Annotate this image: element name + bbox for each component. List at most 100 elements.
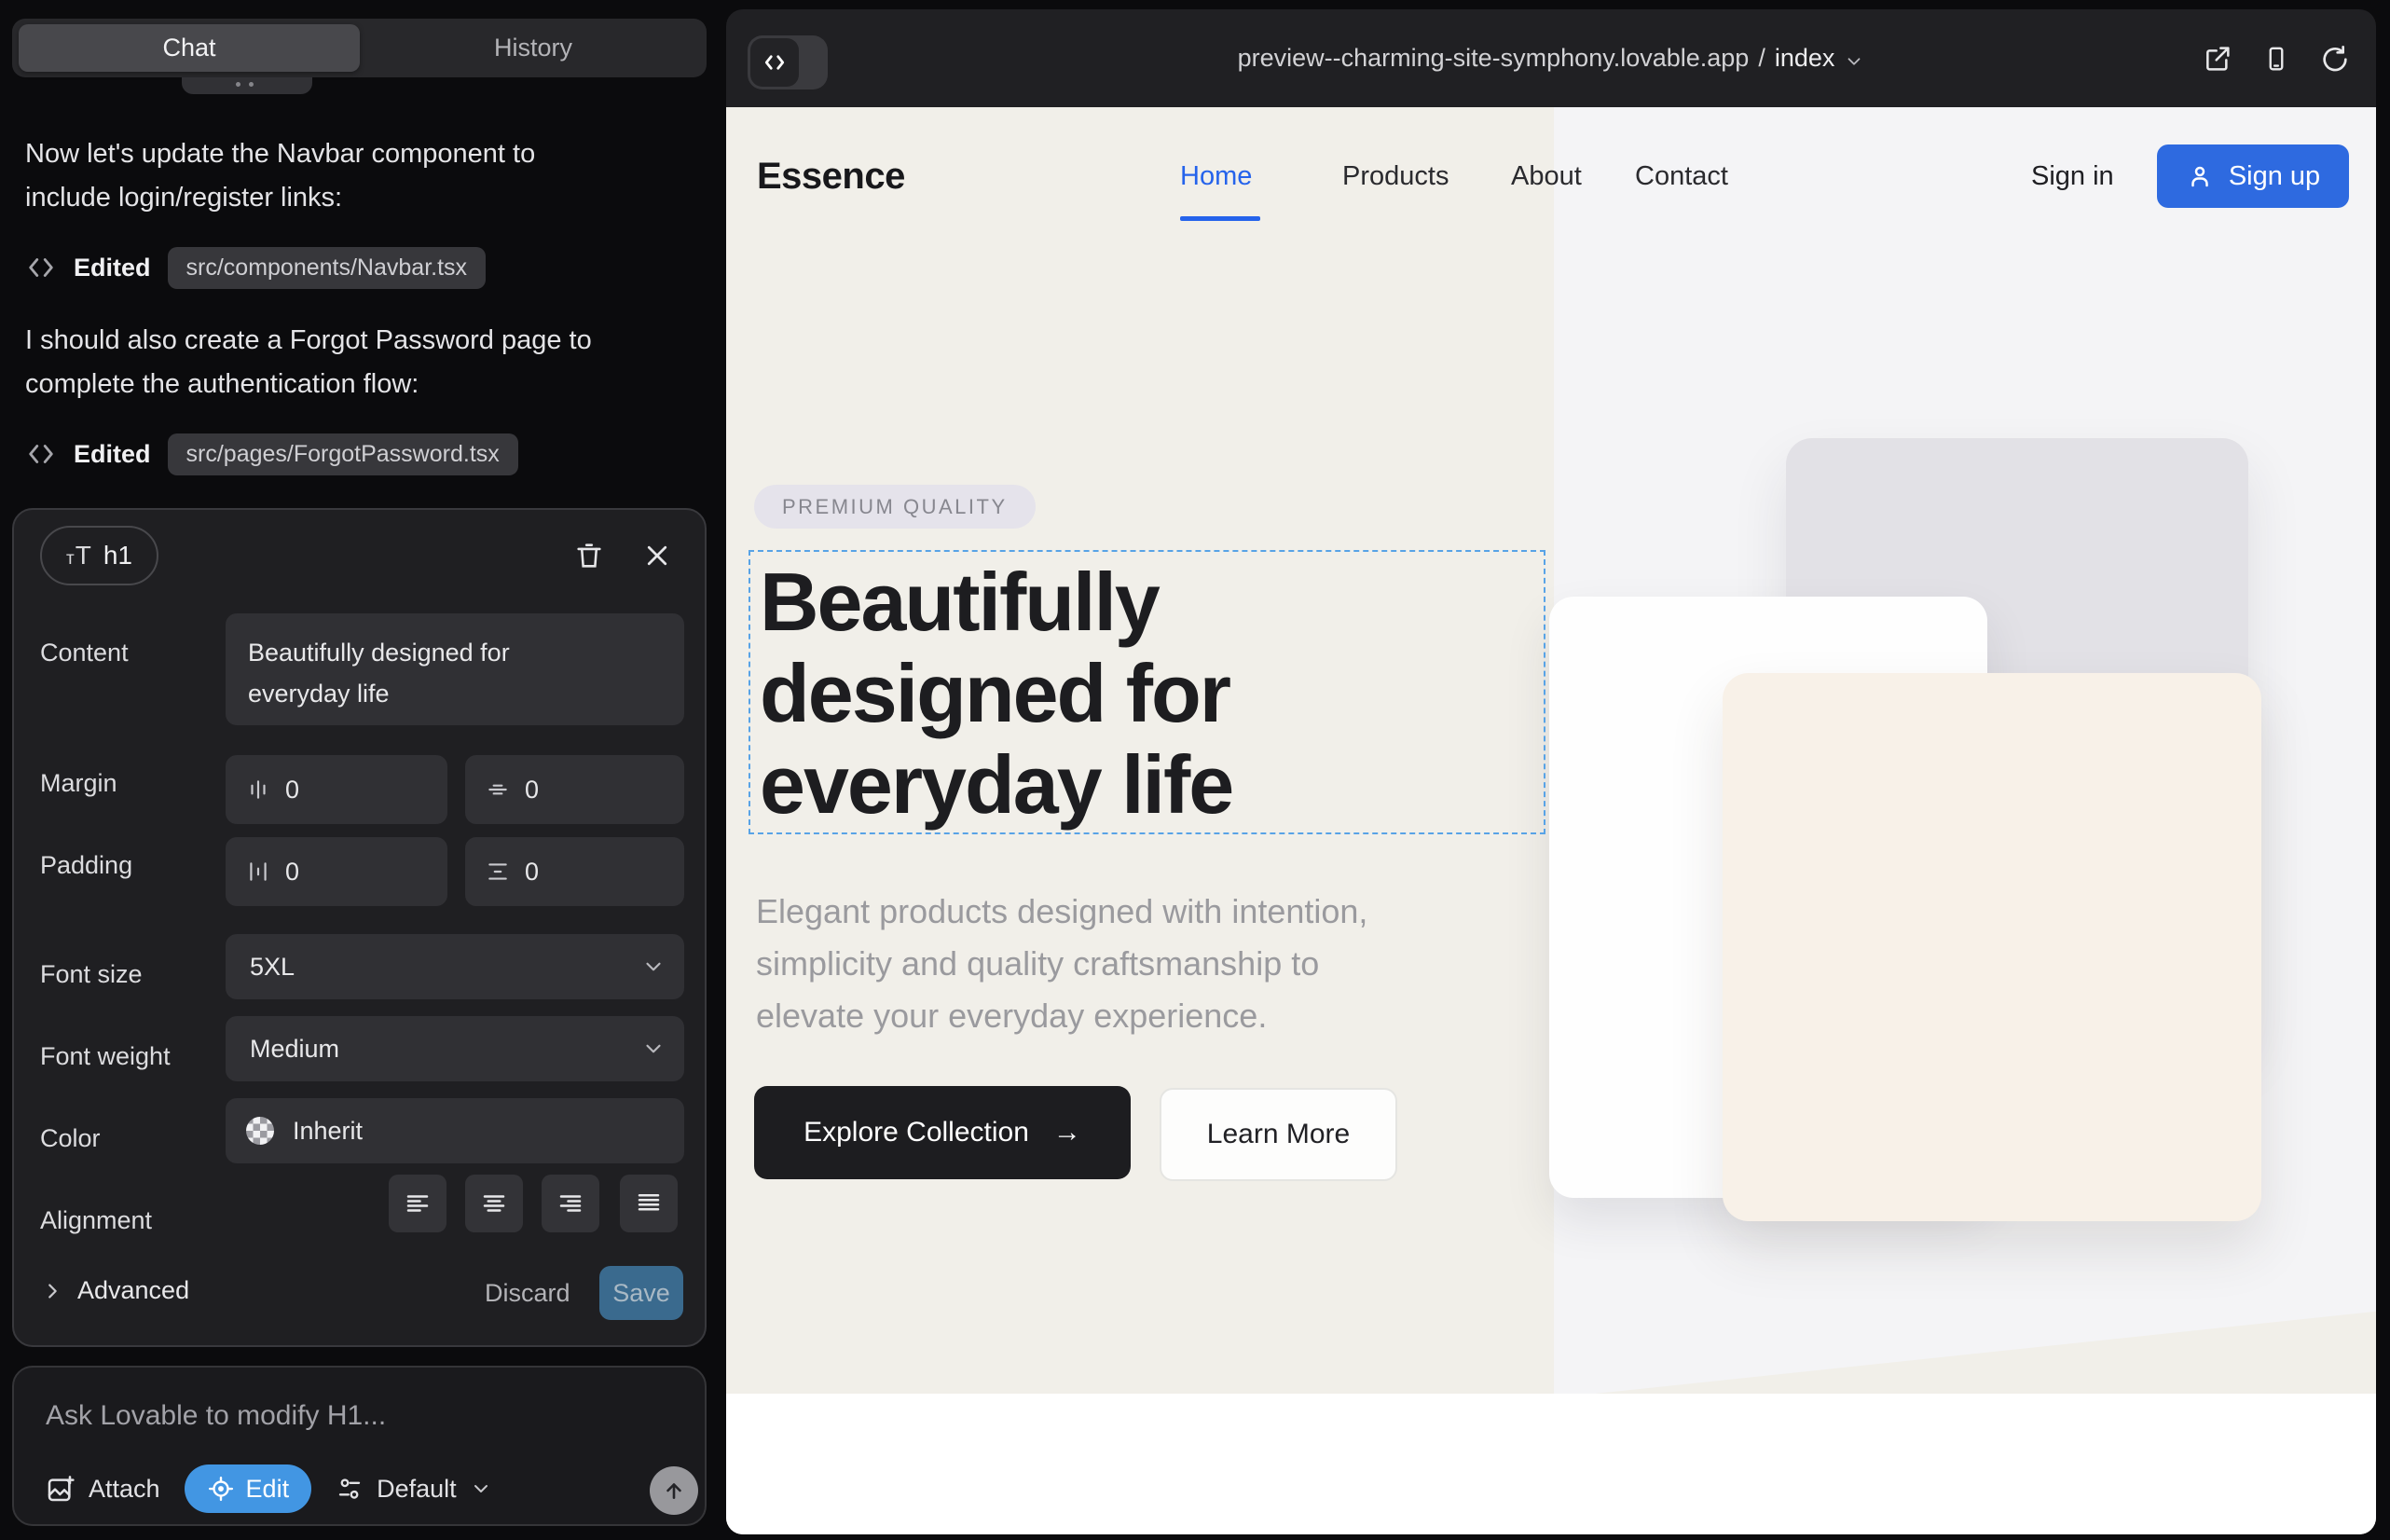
tab-chat[interactable]: Chat <box>19 24 360 72</box>
signup-button[interactable]: Sign up <box>2157 144 2349 208</box>
font-weight-value: Medium <box>250 1035 339 1064</box>
edit-mode-label: Edit <box>246 1475 290 1504</box>
selected-element-tag[interactable]: тT h1 <box>40 526 158 585</box>
learn-more-button[interactable]: Learn More <box>1160 1088 1397 1181</box>
send-button[interactable] <box>650 1466 698 1515</box>
refresh-button[interactable] <box>2320 44 2350 74</box>
chevron-down-icon <box>641 955 666 979</box>
attach-label: Attach <box>89 1475 160 1504</box>
headline-line: Beautifully <box>760 557 1232 648</box>
advanced-toggle[interactable]: Advanced <box>42 1276 189 1305</box>
color-label: Color <box>40 1124 101 1153</box>
color-select[interactable]: Inherit <box>226 1098 684 1163</box>
tab-history[interactable]: History <box>360 19 707 77</box>
chat-message-line: complete the authentication flow: <box>25 363 640 406</box>
url-domain[interactable]: preview--charming-site-symphony.lovable.… <box>1238 44 1750 73</box>
font-weight-label: Font weight <box>40 1042 171 1071</box>
typography-icon: тT <box>66 541 92 571</box>
preview-url-bar: preview--charming-site-symphony.lovable.… <box>726 9 2376 107</box>
model-default-label: Default <box>377 1475 457 1504</box>
font-weight-select[interactable]: Medium <box>226 1016 684 1081</box>
code-icon <box>761 48 789 76</box>
signup-label: Sign up <box>2229 161 2320 192</box>
align-right-button[interactable] <box>542 1175 599 1232</box>
edited-file-chip[interactable]: src/pages/ForgotPassword.tsx <box>168 433 518 475</box>
preview-browser-frame: preview--charming-site-symphony.lovable.… <box>726 9 2376 1534</box>
advanced-label: Advanced <box>77 1276 189 1305</box>
attach-button[interactable]: Attach <box>46 1474 160 1504</box>
explore-collection-button[interactable]: Explore Collection → <box>754 1086 1131 1179</box>
headline-line: designed for <box>760 648 1232 739</box>
font-size-label: Font size <box>40 960 143 989</box>
tag-label: h1 <box>103 541 132 571</box>
open-external-button[interactable] <box>2203 44 2232 74</box>
margin-x-input[interactable]: 0 <box>226 755 447 824</box>
sliders-icon <box>336 1475 364 1503</box>
url-separator: / <box>1758 44 1765 73</box>
close-icon <box>643 542 671 570</box>
padding-y-input[interactable]: 0 <box>465 837 684 906</box>
nav-link-products[interactable]: Products <box>1342 161 1449 192</box>
paragraph-line: elevate your everyday experience. <box>756 990 1511 1042</box>
code-toggle-knob[interactable] <box>750 38 799 87</box>
trash-icon <box>573 540 605 571</box>
nav-link-home[interactable]: Home <box>1180 161 1252 192</box>
chevron-down-icon <box>470 1478 492 1500</box>
edited-file-row: Edited src/components/Navbar.tsx <box>25 244 486 291</box>
site-next-section <box>726 1394 2376 1534</box>
url-page[interactable]: index <box>1775 44 1835 73</box>
delete-element-button[interactable] <box>569 535 610 576</box>
nav-link-contact[interactable]: Contact <box>1635 161 1728 192</box>
chat-input-box[interactable]: Ask Lovable to modify H1... Attach Edit … <box>12 1366 707 1526</box>
padding-horizontal-icon <box>246 859 270 884</box>
arrow-right-icon: → <box>1053 1117 1081 1148</box>
align-left-button[interactable] <box>389 1175 446 1232</box>
edit-mode-button[interactable]: Edit <box>185 1464 312 1513</box>
align-center-button[interactable] <box>465 1175 523 1232</box>
align-justify-icon <box>635 1189 663 1217</box>
site-logo[interactable]: Essence <box>757 156 905 198</box>
signin-link[interactable]: Sign in <box>2031 161 2114 192</box>
decor-card-cream <box>1723 673 2261 1221</box>
code-preview-toggle[interactable] <box>748 35 828 89</box>
edited-file-chip[interactable]: src/components/Navbar.tsx <box>168 247 487 289</box>
chat-message-line: include login/register links: <box>25 176 640 220</box>
tab-history-label: History <box>494 34 572 62</box>
headline-line: everyday life <box>760 739 1232 831</box>
nav-link-about[interactable]: About <box>1511 161 1582 192</box>
hero-headline[interactable]: Beautifully designed for everyday life <box>760 557 1232 831</box>
chat-message: Now let's update the Navbar component to… <box>25 132 640 220</box>
model-default-button[interactable]: Default <box>336 1475 492 1504</box>
discard-button[interactable]: Discard <box>485 1279 570 1308</box>
chat-input-toolbar: Attach Edit Default <box>46 1464 492 1513</box>
save-button[interactable]: Save <box>599 1266 683 1320</box>
edited-file-row: Edited src/pages/ForgotPassword.tsx <box>25 431 518 477</box>
scrolled-chip-fragment <box>182 77 312 94</box>
chevron-right-icon <box>42 1281 62 1301</box>
content-textarea[interactable]: Beautifully designed for everyday life <box>226 613 684 725</box>
code-icon <box>25 438 57 470</box>
align-left-icon <box>404 1189 432 1217</box>
margin-y-input[interactable]: 0 <box>465 755 684 824</box>
arrow-up-icon <box>662 1478 686 1503</box>
align-justify-button[interactable] <box>620 1175 678 1232</box>
align-right-icon <box>556 1189 584 1217</box>
mobile-view-button[interactable] <box>2262 44 2290 74</box>
chevron-down-icon[interactable] <box>1844 51 1864 72</box>
font-size-value: 5XL <box>250 953 295 982</box>
hero-paragraph: Elegant products designed with intention… <box>756 886 1511 1042</box>
margin-vertical-icon <box>486 777 510 802</box>
close-panel-button[interactable] <box>637 535 678 576</box>
target-icon <box>207 1475 235 1503</box>
margin-x-value: 0 <box>285 776 299 804</box>
padding-x-input[interactable]: 0 <box>226 837 447 906</box>
font-size-select[interactable]: 5XL <box>226 934 684 999</box>
app-root: Chat History Now let's update the Navbar… <box>0 0 2390 1540</box>
paragraph-line: Elegant products designed with intention… <box>756 886 1511 938</box>
chat-input-placeholder[interactable]: Ask Lovable to modify H1... <box>46 1400 386 1432</box>
user-icon <box>2186 162 2214 190</box>
chat-message-line: I should also create a Forgot Password p… <box>25 319 640 363</box>
paragraph-line: simplicity and quality craftsmanship to <box>756 938 1511 990</box>
content-line: Beautifully designed for <box>248 632 662 673</box>
attach-image-icon <box>46 1474 76 1504</box>
